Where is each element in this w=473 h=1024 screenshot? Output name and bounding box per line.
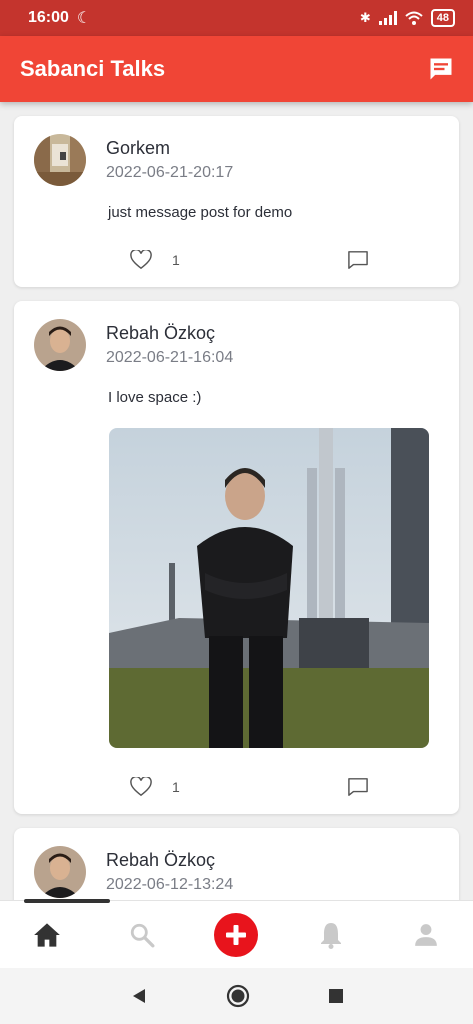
add-post-button[interactable] xyxy=(214,912,259,957)
status-time: 16:00 xyxy=(28,9,69,26)
post-actions: 1 xyxy=(130,776,441,798)
post-card: Rebah Özkoç 2022-06-12-13:24 xyxy=(14,828,459,900)
like-count: 1 xyxy=(172,252,180,268)
author-name[interactable]: Rebah Özkoç xyxy=(106,323,233,344)
heart-icon[interactable] xyxy=(130,250,152,270)
post-card: Gorkem 2022-06-21-20:17 just message pos… xyxy=(14,116,459,287)
app-bar: Sabanci Talks xyxy=(0,36,473,102)
bottom-tab-bar xyxy=(0,899,473,968)
status-icons: ✱ 48 xyxy=(360,9,455,27)
comment-icon[interactable] xyxy=(347,250,369,270)
battery-indicator: 48 xyxy=(430,9,455,27)
post-image[interactable] xyxy=(109,428,429,748)
tab-add[interactable] xyxy=(212,911,260,959)
bell-icon xyxy=(321,922,342,949)
post-text: just message post for demo xyxy=(108,204,293,221)
moon-icon: ☾ xyxy=(76,10,92,27)
add-icon xyxy=(226,924,247,945)
app-title: Sabanci Talks xyxy=(20,56,166,81)
author-info: Rebah Özkoç 2022-06-21-16:04 xyxy=(106,319,233,367)
post-header: Rebah Özkoç 2022-06-21-16:04 xyxy=(34,319,441,371)
post-text: I love space :) xyxy=(108,389,202,406)
tab-home[interactable] xyxy=(23,911,71,959)
profile-icon xyxy=(414,923,437,946)
avatar[interactable] xyxy=(34,134,86,186)
back-icon[interactable] xyxy=(130,987,148,1005)
post-feed[interactable]: Gorkem 2022-06-21-20:17 just message pos… xyxy=(0,102,473,900)
signal-icon xyxy=(378,11,397,25)
tab-search[interactable] xyxy=(118,911,166,959)
post-header: Rebah Özkoç 2022-06-12-13:24 xyxy=(34,846,441,898)
avatar[interactable] xyxy=(34,846,86,898)
tab-profile[interactable] xyxy=(402,911,450,959)
post-header: Gorkem 2022-06-21-20:17 xyxy=(34,134,441,186)
home-icon xyxy=(34,922,61,947)
search-icon xyxy=(130,923,155,947)
like-count: 1 xyxy=(172,779,180,795)
post-card: Rebah Özkoç 2022-06-21-16:04 I love spac… xyxy=(14,301,459,814)
author-info: Rebah Özkoç 2022-06-12-13:24 xyxy=(106,846,233,894)
avatar[interactable] xyxy=(34,319,86,371)
scroll-indicator xyxy=(24,899,110,903)
home-button-icon[interactable] xyxy=(226,984,250,1008)
chat-icon[interactable] xyxy=(427,55,455,83)
status-bar: 16:00 ☾ ✱ 48 xyxy=(0,0,473,36)
comment-icon[interactable] xyxy=(347,777,369,797)
bluetooth-icon: ✱ xyxy=(359,10,371,25)
post-timestamp: 2022-06-21-20:17 xyxy=(106,164,234,181)
recents-icon[interactable] xyxy=(328,988,344,1004)
heart-icon[interactable] xyxy=(130,777,152,797)
wifi-icon xyxy=(405,11,423,25)
author-name[interactable]: Gorkem xyxy=(106,138,233,159)
author-info: Gorkem 2022-06-21-20:17 xyxy=(106,134,233,182)
post-timestamp: 2022-06-21-16:04 xyxy=(106,349,234,366)
post-actions: 1 xyxy=(130,249,441,271)
system-nav-bar xyxy=(0,968,473,1024)
post-timestamp: 2022-06-12-13:24 xyxy=(106,876,234,893)
author-name[interactable]: Rebah Özkoç xyxy=(106,850,233,871)
tab-notifications[interactable] xyxy=(307,911,355,959)
